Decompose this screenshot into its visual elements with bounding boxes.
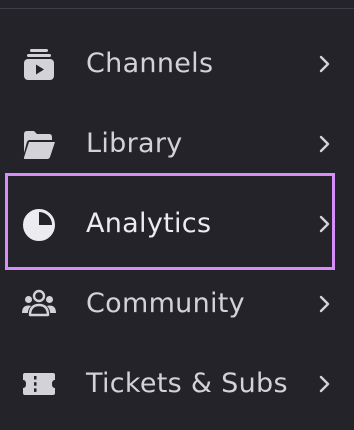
chevron-right-icon [318,214,332,234]
chevron-right-icon [318,134,332,154]
sidebar-item-library[interactable]: Library [0,104,354,184]
sidebar-item-channels[interactable]: Channels [0,24,354,104]
ticket-icon [21,366,57,402]
pie-chart-icon [21,206,57,242]
sidebar-item-analytics[interactable]: Analytics [0,184,354,264]
chevron-right-icon [318,54,332,74]
sidebar-item-label: Community [86,288,245,319]
top-divider [0,0,354,9]
sidebar-item-tickets-subs[interactable]: Tickets & Subs [0,344,354,424]
sidebar-item-label: Tickets & Subs [86,368,288,399]
folder-icon [21,126,57,162]
community-icon [21,286,57,322]
sidebar-item-community[interactable]: Community [0,264,354,344]
sidebar-item-label: Analytics [86,208,212,239]
sidebar-item-label: Library [86,128,183,159]
chevron-right-icon [318,374,332,394]
channels-icon [21,46,57,82]
chevron-right-icon [318,294,332,314]
sidebar-item-label: Channels [86,48,214,79]
sidebar-menu: Channels Library Analytics Community Tic… [0,0,354,430]
